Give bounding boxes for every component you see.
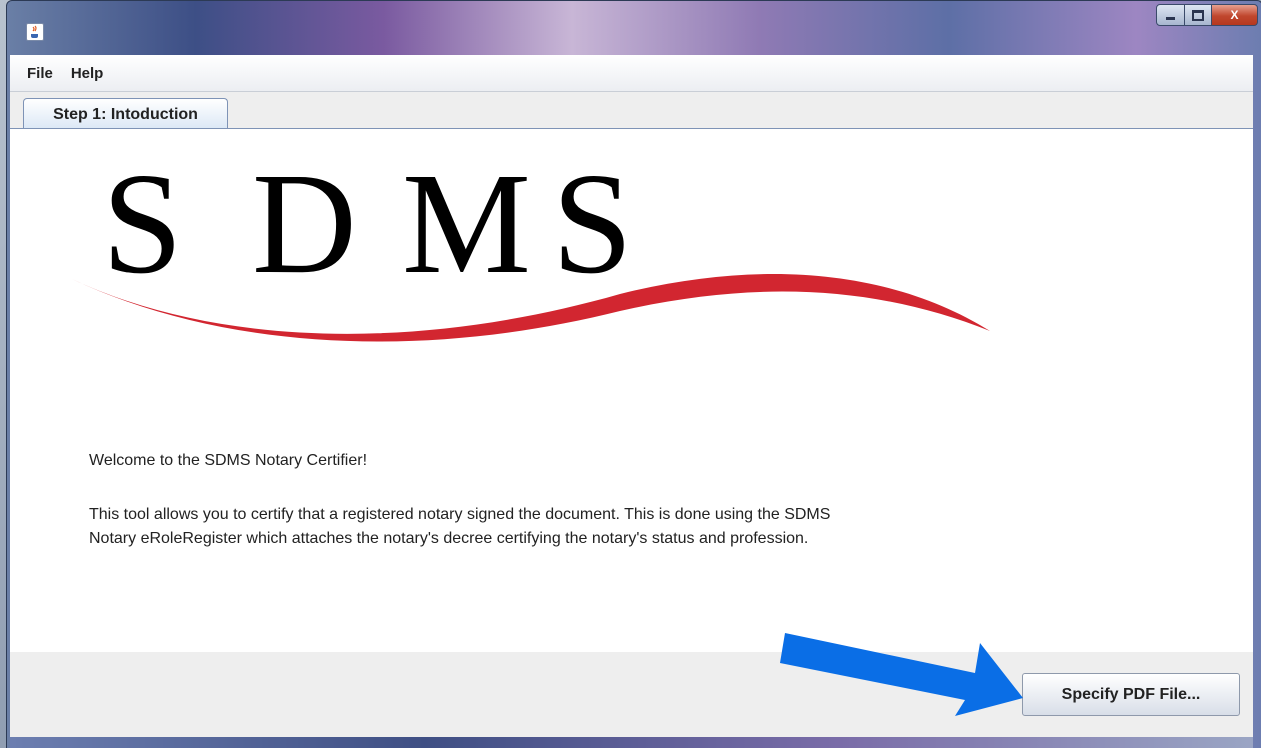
- description-text: This tool allows you to certify that a r…: [89, 503, 1069, 551]
- minimize-icon: [1166, 17, 1175, 20]
- description-line: This tool allows you to certify that a r…: [89, 506, 831, 523]
- blue-arrow-icon: [780, 633, 1023, 716]
- maximize-icon: [1192, 9, 1204, 21]
- tab-step-1-introduction[interactable]: Step 1: Intoduction: [23, 98, 228, 131]
- menu-help[interactable]: Help: [71, 65, 104, 82]
- close-icon: X: [1230, 8, 1239, 22]
- title-bar[interactable]: X: [7, 1, 1261, 53]
- intro-panel: SDMS Welcome to the SDMS Notary Certifie…: [10, 128, 1253, 653]
- java-coffee-cup-icon[interactable]: [26, 23, 44, 41]
- specify-pdf-file-button[interactable]: Specify PDF File...: [1022, 673, 1240, 716]
- tab-strip: Step 1: Intoduction: [10, 92, 1253, 131]
- logo-swoosh: [72, 273, 990, 342]
- maximize-button[interactable]: [1185, 4, 1212, 26]
- menu-file[interactable]: File: [27, 65, 53, 82]
- minimize-button[interactable]: [1156, 4, 1185, 26]
- window-bottom-border: [10, 737, 1253, 748]
- menu-bar: File Help: [10, 55, 1253, 92]
- close-button[interactable]: X: [1212, 4, 1258, 26]
- welcome-text: Welcome to the SDMS Notary Certifier!: [89, 452, 368, 469]
- description-line: Notary eRoleRegister which attaches the …: [89, 530, 809, 547]
- button-bar: Specify PDF File...: [10, 652, 1253, 737]
- window-controls: X: [1156, 4, 1258, 26]
